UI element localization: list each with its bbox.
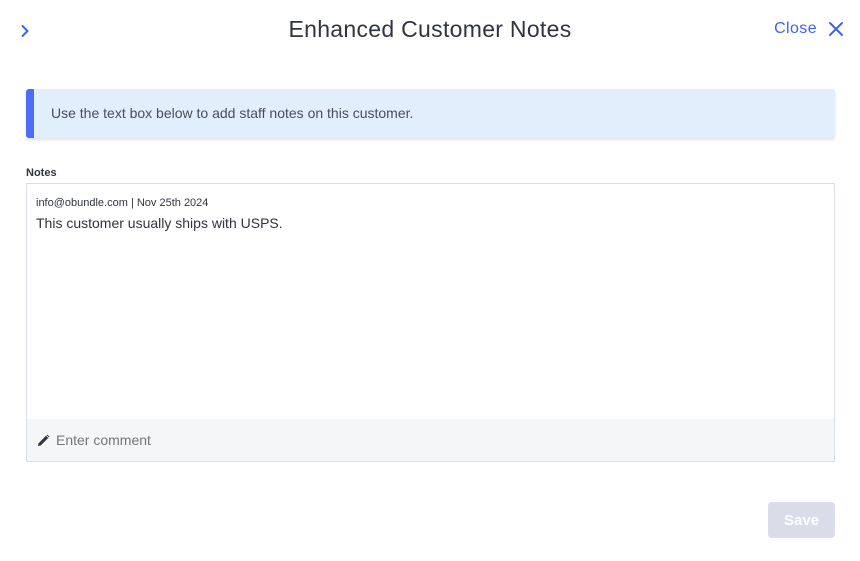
close-label: Close: [774, 20, 817, 37]
info-banner-text: Use the text box below to add staff note…: [51, 105, 414, 121]
customer-notes-modal: Enhanced Customer Notes Close Use the te…: [0, 0, 860, 561]
notes-box: info@obundle.com | Nov 25th 2024 This cu…: [26, 183, 835, 462]
notes-label: Notes: [26, 167, 57, 179]
close-icon: [828, 21, 844, 37]
info-banner: Use the text box below to add staff note…: [26, 89, 835, 138]
close-button[interactable]: Close: [774, 20, 844, 38]
modal-header: Enhanced Customer Notes Close: [0, 0, 860, 62]
note-entry: info@obundle.com | Nov 25th 2024 This cu…: [36, 196, 825, 232]
modal-title: Enhanced Customer Notes: [288, 16, 572, 42]
comment-bar[interactable]: [27, 419, 834, 461]
note-meta: info@obundle.com | Nov 25th 2024: [36, 197, 209, 209]
save-button[interactable]: Save: [768, 502, 835, 538]
note-text: This customer usually ships with USPS.: [36, 215, 283, 231]
notes-list: info@obundle.com | Nov 25th 2024 This cu…: [36, 196, 825, 232]
comment-input[interactable]: [56, 432, 237, 448]
pencil-icon: [37, 434, 50, 447]
